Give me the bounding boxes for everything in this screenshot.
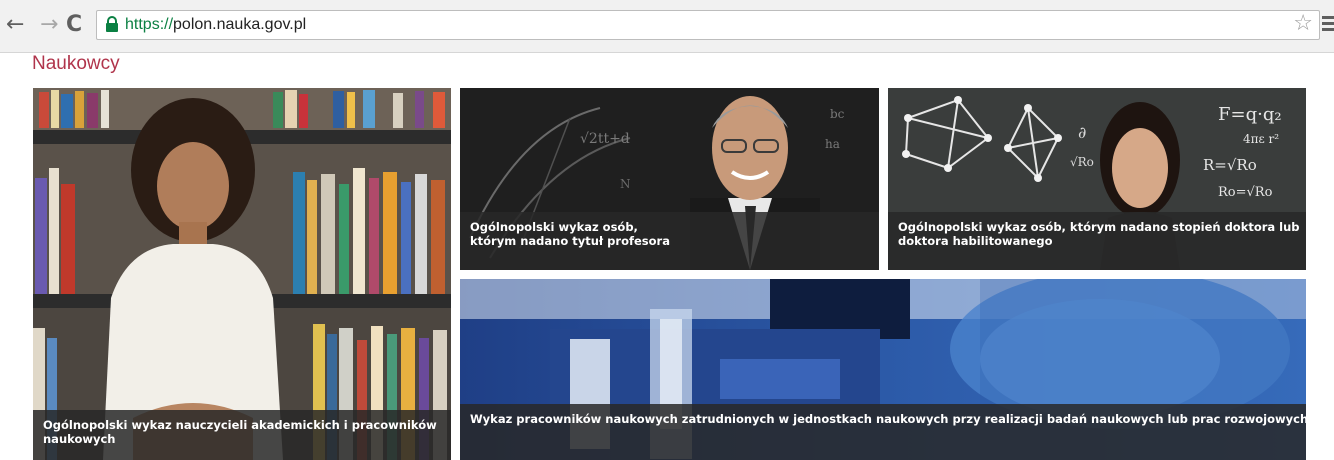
- address-bar[interactable]: https://polon.nauka.gov.pl ☆: [96, 10, 1320, 40]
- svg-text:ha: ha: [825, 137, 840, 151]
- svg-text:N: N: [620, 177, 631, 191]
- url-text[interactable]: https://polon.nauka.gov.pl: [125, 15, 306, 35]
- caption-line: Ogólnopolski wykaz osób, którym nadano s…: [898, 220, 1300, 234]
- star-icon[interactable]: ☆: [1293, 13, 1313, 35]
- forward-arrow-icon[interactable]: →: [40, 14, 58, 36]
- tile-caption: Wykaz pracowników naukowych zatrudnionyc…: [460, 404, 1306, 460]
- caption-line: Wykaz pracowników naukowych zatrudnionyc…: [470, 412, 1306, 426]
- tile-caption: Ogólnopolski wykaz osób, którym nadano s…: [888, 212, 1306, 270]
- browser-toolbar: ← → C https://polon.nauka.gov.pl ☆: [0, 0, 1334, 53]
- url-scheme: https://: [125, 16, 174, 33]
- svg-text:√2tt+d: √2tt+d: [580, 131, 630, 147]
- tile-academic-teachers[interactable]: Ogólnopolski wykaz nauczycieli akademick…: [33, 88, 451, 460]
- menu-icon[interactable]: [1322, 16, 1334, 32]
- tile-researchers-list[interactable]: Wykaz pracowników naukowych zatrudnionyc…: [460, 279, 1306, 460]
- caption-line: którym nadano tytuł profesora: [470, 234, 670, 248]
- caption-line: doktora habilitowanego: [898, 234, 1053, 248]
- svg-text:bc: bc: [830, 107, 845, 121]
- svg-text:∂: ∂: [1078, 123, 1086, 142]
- svg-text:√Ro: √Ro: [1070, 155, 1094, 169]
- back-arrow-icon[interactable]: ←: [6, 14, 24, 36]
- caption-line: Ogólnopolski wykaz nauczycieli akademick…: [43, 418, 437, 432]
- library-photo: [33, 88, 451, 460]
- reload-icon[interactable]: C: [66, 14, 82, 36]
- tile-professor-list[interactable]: √2tt+d N bc ha Ogólnopolski wykaz osób, …: [460, 88, 879, 270]
- section-title: Naukowcy: [32, 53, 120, 74]
- tile-caption: Ogólnopolski wykaz nauczycieli akademick…: [33, 410, 451, 460]
- tile-doctor-list[interactable]: ∂ √Ro F=q·q₂ 4πε r² R=√Ro Ro=√Ro Ogólnop…: [888, 88, 1306, 270]
- tile-caption: Ogólnopolski wykaz osób, którym nadano t…: [460, 212, 879, 270]
- svg-text:Ro=√Ro: Ro=√Ro: [1218, 185, 1273, 200]
- caption-line: naukowych: [43, 432, 116, 446]
- caption-line: Ogólnopolski wykaz osób,: [470, 220, 638, 234]
- url-host: polon.nauka.gov.pl: [173, 16, 307, 33]
- svg-text:R=√Ro: R=√Ro: [1203, 156, 1257, 174]
- lock-icon: [106, 16, 118, 32]
- svg-text:4πε r²: 4πε r²: [1243, 132, 1279, 146]
- svg-text:F=q·q₂: F=q·q₂: [1218, 104, 1282, 125]
